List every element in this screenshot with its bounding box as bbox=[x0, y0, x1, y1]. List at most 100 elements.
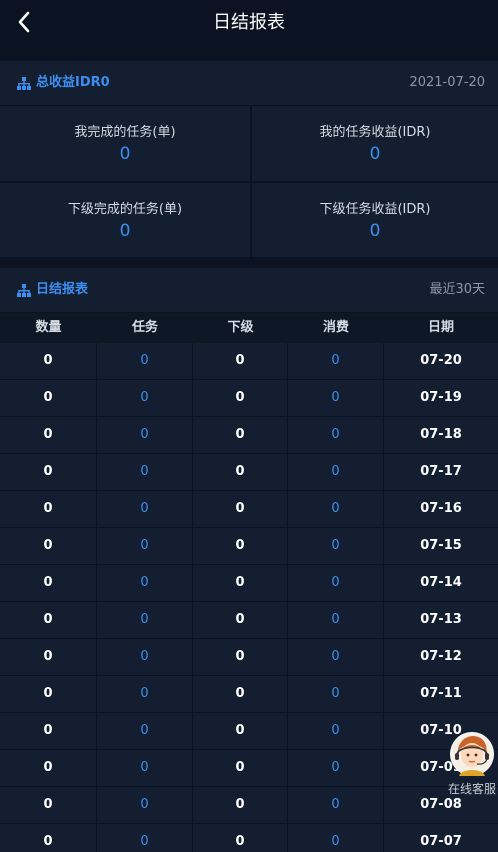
cell-spend: 0 bbox=[288, 787, 384, 823]
stat-sub-tasks: 下级完成的任务(单) 0 bbox=[0, 183, 250, 258]
table-row: 0 0 0 0 07-18 bbox=[0, 417, 498, 454]
cell-task: 0 bbox=[97, 454, 193, 490]
cell-spend: 0 bbox=[288, 528, 384, 564]
cell-qty: 0 bbox=[0, 713, 97, 749]
cell-sub: 0 bbox=[193, 454, 288, 490]
cell-spend: 0 bbox=[288, 676, 384, 712]
cell-sub: 0 bbox=[193, 528, 288, 564]
table-row: 0 0 0 0 07-08 bbox=[0, 787, 498, 824]
table-row: 0 0 0 0 07-12 bbox=[0, 639, 498, 676]
cell-spend: 0 bbox=[288, 750, 384, 786]
column-header-sub: 下级 bbox=[227, 320, 254, 335]
column-header-spend: 消费 bbox=[322, 320, 349, 335]
table-row: 0 0 0 0 07-10 bbox=[0, 713, 498, 750]
table-row: 0 0 0 0 07-16 bbox=[0, 491, 498, 528]
customer-service-avatar-icon bbox=[450, 732, 494, 776]
stat-value: 0 bbox=[369, 144, 381, 164]
stat-value: 0 bbox=[119, 144, 131, 164]
table-row: 0 0 0 0 07-15 bbox=[0, 528, 498, 565]
cell-spend: 0 bbox=[288, 343, 384, 379]
cell-sub: 0 bbox=[193, 676, 288, 712]
cell-date: 07-18 bbox=[420, 427, 462, 442]
stat-sub-earnings: 下级任务收益(IDR) 0 bbox=[252, 183, 498, 258]
stat-my-tasks: 我完成的任务(单) 0 bbox=[0, 106, 250, 181]
stat-label: 我的任务收益(IDR) bbox=[319, 125, 431, 140]
stat-label: 下级任务收益(IDR) bbox=[319, 202, 431, 217]
cell-spend: 0 bbox=[288, 639, 384, 675]
table-row: 0 0 0 0 07-19 bbox=[0, 380, 498, 417]
cell-spend: 0 bbox=[288, 454, 384, 490]
column-header-qty: 数量 bbox=[35, 320, 62, 335]
cell-spend: 0 bbox=[288, 380, 384, 416]
stat-label: 下级完成的任务(单) bbox=[67, 202, 183, 217]
stat-label: 我完成的任务(单) bbox=[74, 125, 176, 140]
cell-task: 0 bbox=[97, 528, 193, 564]
cell-spend: 0 bbox=[288, 491, 384, 527]
table-row: 0 0 0 0 07-14 bbox=[0, 565, 498, 602]
table-row: 0 0 0 0 07-20 bbox=[0, 343, 498, 380]
cell-date: 07-19 bbox=[420, 390, 462, 405]
cell-task: 0 bbox=[97, 343, 193, 379]
daily-range[interactable]: 最近30天 bbox=[429, 268, 485, 312]
grid-divider-horizontal bbox=[0, 181, 498, 183]
cell-qty: 0 bbox=[0, 676, 97, 712]
cell-sub: 0 bbox=[193, 343, 288, 379]
cell-task: 0 bbox=[97, 787, 193, 823]
cell-task: 0 bbox=[97, 824, 193, 852]
table-row: 0 0 0 0 07-13 bbox=[0, 602, 498, 639]
customer-service-button[interactable]: 在线客服 bbox=[446, 728, 498, 798]
cell-task: 0 bbox=[97, 491, 193, 527]
cell-spend: 0 bbox=[288, 602, 384, 638]
cell-qty: 0 bbox=[0, 454, 97, 490]
cell-spend: 0 bbox=[288, 713, 384, 749]
cell-sub: 0 bbox=[193, 491, 288, 527]
stat-value: 0 bbox=[119, 221, 131, 241]
cell-qty: 0 bbox=[0, 380, 97, 416]
cell-task: 0 bbox=[97, 639, 193, 675]
stat-value: 0 bbox=[369, 221, 381, 241]
cell-qty: 0 bbox=[0, 528, 97, 564]
cell-task: 0 bbox=[97, 676, 193, 712]
cell-qty: 0 bbox=[0, 343, 97, 379]
cell-date: 07-11 bbox=[420, 686, 462, 701]
column-header-task: 任务 bbox=[131, 320, 158, 335]
cell-qty: 0 bbox=[0, 787, 97, 823]
column-header-date: 日期 bbox=[427, 320, 454, 335]
summary-date: 2021-07-20 bbox=[409, 75, 485, 90]
cell-date: 07-13 bbox=[420, 612, 462, 627]
app-root: 日结报表 总收益IDR0 2021-07-20 我完成的任务(单) 0 我的任务… bbox=[0, 0, 498, 852]
cell-spend: 0 bbox=[288, 565, 384, 601]
table-row: 0 0 0 0 07-09 bbox=[0, 750, 498, 787]
sitemap-icon bbox=[17, 76, 31, 90]
summary-header: 总收益IDR0 2021-07-20 bbox=[0, 61, 498, 106]
cell-task: 0 bbox=[97, 713, 193, 749]
cell-date: 07-16 bbox=[420, 501, 462, 516]
cell-spend: 0 bbox=[288, 417, 384, 453]
earnings-summary-card: 总收益IDR0 2021-07-20 我完成的任务(单) 0 我的任务收益(ID… bbox=[0, 61, 498, 257]
cell-task: 0 bbox=[97, 417, 193, 453]
cell-qty: 0 bbox=[0, 639, 97, 675]
cell-sub: 0 bbox=[193, 713, 288, 749]
cell-date: 07-17 bbox=[420, 464, 462, 479]
cell-qty: 0 bbox=[0, 824, 97, 852]
summary-title: 总收益IDR0 bbox=[17, 61, 110, 105]
cell-qty: 0 bbox=[0, 417, 97, 453]
cell-qty: 0 bbox=[0, 565, 97, 601]
cell-date: 07-20 bbox=[420, 353, 462, 368]
daily-title: 日结报表 bbox=[17, 268, 88, 312]
cell-sub: 0 bbox=[193, 824, 288, 852]
stat-my-earnings: 我的任务收益(IDR) 0 bbox=[252, 106, 498, 181]
table-header: 数量 任务 下级 消费 日期 bbox=[0, 313, 498, 343]
cell-sub: 0 bbox=[193, 787, 288, 823]
daily-title-text: 日结报表 bbox=[36, 282, 89, 297]
cell-sub: 0 bbox=[193, 380, 288, 416]
cell-task: 0 bbox=[97, 602, 193, 638]
table-row: 0 0 0 0 07-17 bbox=[0, 454, 498, 491]
cell-qty: 0 bbox=[0, 491, 97, 527]
table-row: 0 0 0 0 07-07 bbox=[0, 824, 498, 852]
cell-sub: 0 bbox=[193, 417, 288, 453]
cell-task: 0 bbox=[97, 750, 193, 786]
cell-date: 07-14 bbox=[420, 575, 462, 590]
page-title: 日结报表 bbox=[213, 12, 285, 33]
cell-sub: 0 bbox=[193, 750, 288, 786]
